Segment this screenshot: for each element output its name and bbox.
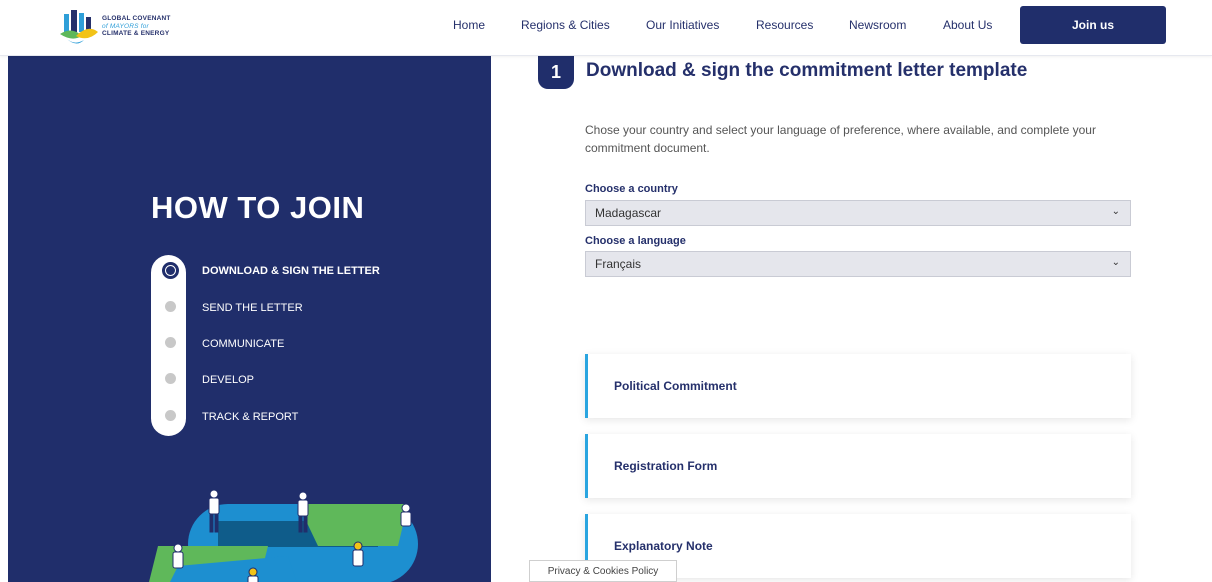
logo-wordmark: GLOBAL COVENANT of MAYORS for CLIMATE & … <box>102 15 171 38</box>
logo-line-2: of MAYORS for <box>102 22 149 30</box>
logo-icon <box>60 10 98 44</box>
document-card-registration-form[interactable]: Registration Form <box>585 434 1131 498</box>
intro-text: Chose your country and select your langu… <box>585 123 1096 155</box>
nav-regions-cities[interactable]: Regions & Cities <box>521 18 610 32</box>
section-title: Download & sign the commitment letter te… <box>586 60 1028 81</box>
chevron-down-icon: ⌄ <box>1111 257 1120 268</box>
nav-resources[interactable]: Resources <box>756 18 813 32</box>
cookie-policy-tab[interactable]: Privacy & Cookies Policy <box>529 560 677 582</box>
logo-line-3: CLIMATE & ENERGY <box>102 30 170 37</box>
step-develop[interactable]: DEVELOP <box>202 374 254 386</box>
document-card-political-commitment[interactable]: Political Commitment <box>585 354 1131 418</box>
nav-our-initiatives[interactable]: Our Initiatives <box>646 18 719 32</box>
team-illustration <box>149 489 418 582</box>
step-number-badge: 1 <box>538 56 574 89</box>
step-indicator <box>165 373 176 384</box>
nav-newsroom[interactable]: Newsroom <box>849 18 906 32</box>
step-communicate[interactable]: COMMUNICATE <box>202 338 284 350</box>
language-label: Choose a language <box>585 235 686 247</box>
how-to-join-panel: HOW TO JOIN DOWNLOAD & SIGN THE LETTER S… <box>8 56 491 582</box>
nav-home[interactable]: Home <box>453 18 485 32</box>
step-download-sign[interactable]: DOWNLOAD & SIGN THE LETTER <box>202 265 380 277</box>
country-value: Madagascar <box>595 206 662 220</box>
site-logo[interactable]: GLOBAL COVENANT of MAYORS for CLIMATE & … <box>58 8 208 48</box>
step-indicator <box>165 410 176 421</box>
step-send-letter[interactable]: SEND THE LETTER <box>202 302 303 314</box>
step-indicator <box>165 301 176 312</box>
card-label: Explanatory Note <box>614 539 713 553</box>
step-indicator <box>165 337 176 348</box>
step-indicator-active <box>162 262 179 279</box>
country-select[interactable]: Madagascar ⌄ <box>585 200 1131 226</box>
logo-line-1: GLOBAL COVENANT <box>102 15 171 22</box>
country-label: Choose a country <box>585 183 678 195</box>
language-value: Français <box>595 257 642 271</box>
nav-about-us[interactable]: About Us <box>943 18 992 32</box>
chevron-down-icon: ⌄ <box>1111 206 1120 217</box>
language-select[interactable]: Français ⌄ <box>585 251 1131 277</box>
join-us-button[interactable]: Join us <box>1020 6 1166 44</box>
step-track-report[interactable]: TRACK & REPORT <box>202 411 298 423</box>
site-header: GLOBAL COVENANT of MAYORS for CLIMATE & … <box>0 0 1212 56</box>
card-label: Political Commitment <box>614 379 737 393</box>
panel-title: HOW TO JOIN <box>151 190 365 225</box>
card-label: Registration Form <box>614 459 718 473</box>
